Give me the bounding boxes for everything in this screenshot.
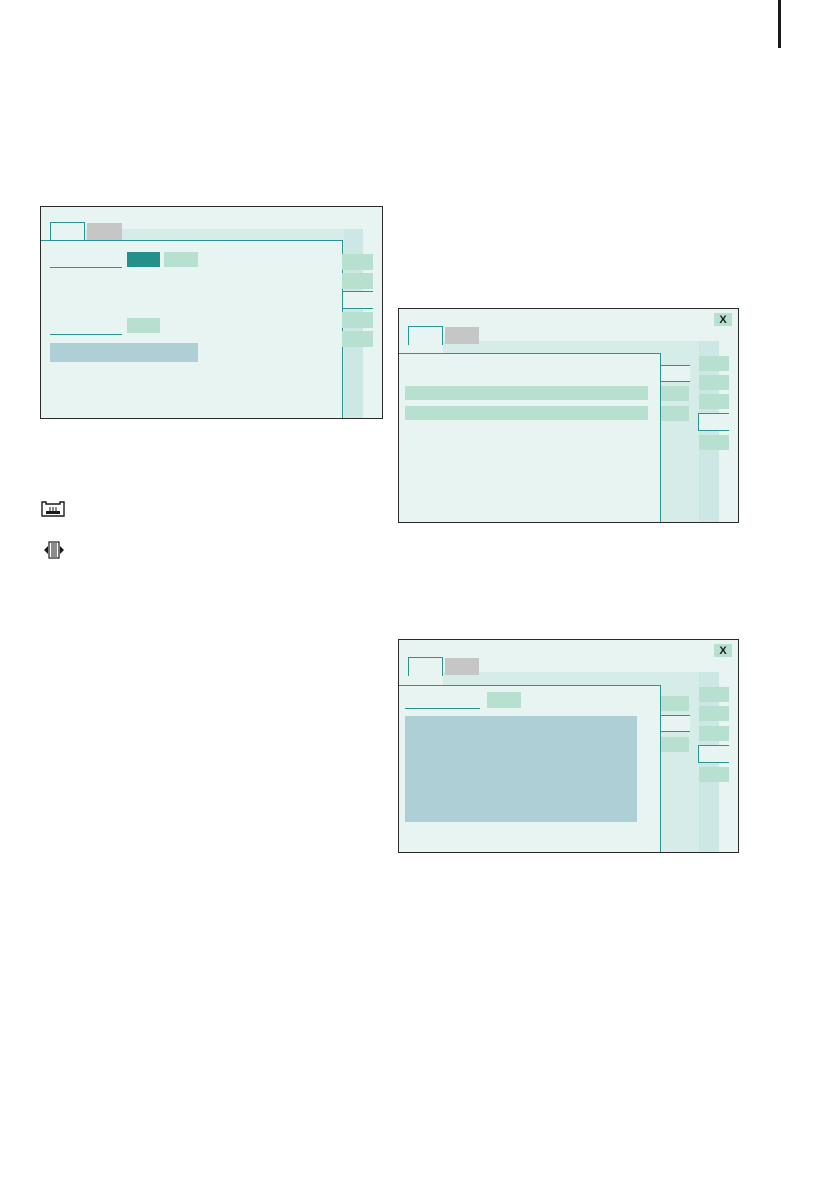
inner-side-button-1[interactable] xyxy=(661,386,689,401)
edit-button[interactable] xyxy=(487,692,521,708)
side-button-4[interactable] xyxy=(342,331,373,347)
side-button-active[interactable] xyxy=(342,291,373,309)
side-button-2[interactable] xyxy=(342,273,373,289)
tab-secondary[interactable] xyxy=(87,223,122,240)
tab-secondary[interactable] xyxy=(445,327,479,344)
tray-icon xyxy=(41,501,65,517)
option-button-selected[interactable] xyxy=(127,252,160,267)
inner-side-button-2[interactable] xyxy=(661,406,689,421)
field-label-line-1 xyxy=(50,267,122,268)
ui-screen-1 xyxy=(40,206,383,419)
tab-primary[interactable] xyxy=(408,326,443,345)
field-label-line-2 xyxy=(50,334,122,335)
input-field[interactable] xyxy=(50,343,198,362)
side-button-active[interactable] xyxy=(698,413,729,431)
edit-button[interactable] xyxy=(127,318,160,333)
tab-secondary[interactable] xyxy=(445,658,479,675)
inner-side-button-active[interactable] xyxy=(660,715,690,732)
side-button-1[interactable] xyxy=(342,254,373,270)
tab-primary[interactable] xyxy=(408,657,443,676)
grid-arrow-icon xyxy=(44,541,64,559)
side-button-3[interactable] xyxy=(699,394,729,409)
tab-primary[interactable] xyxy=(50,222,85,241)
side-button-3[interactable] xyxy=(699,726,729,741)
inner-side-button-active[interactable] xyxy=(660,365,690,382)
side-button-active[interactable] xyxy=(698,745,729,763)
ui-screen-2: X xyxy=(398,308,739,523)
text-area[interactable] xyxy=(405,716,637,822)
inner-side-button-2[interactable] xyxy=(661,737,689,752)
list-row-2[interactable] xyxy=(405,406,648,420)
close-button[interactable]: X xyxy=(714,313,732,326)
side-button-1[interactable] xyxy=(699,687,729,702)
inner-side-button-1[interactable] xyxy=(661,696,689,711)
option-button[interactable] xyxy=(164,252,198,267)
side-button-4[interactable] xyxy=(699,767,729,782)
side-button-4[interactable] xyxy=(699,435,729,450)
side-button-1[interactable] xyxy=(699,356,729,371)
close-button[interactable]: X xyxy=(714,644,732,657)
page-edge-marker xyxy=(778,0,781,48)
side-button-2[interactable] xyxy=(699,375,729,390)
content-panel xyxy=(399,353,661,522)
field-label-line xyxy=(405,708,480,709)
side-button-2[interactable] xyxy=(699,706,729,721)
ui-screen-3: X xyxy=(398,639,739,853)
side-button-3[interactable] xyxy=(342,312,373,328)
list-row-1[interactable] xyxy=(405,386,648,400)
